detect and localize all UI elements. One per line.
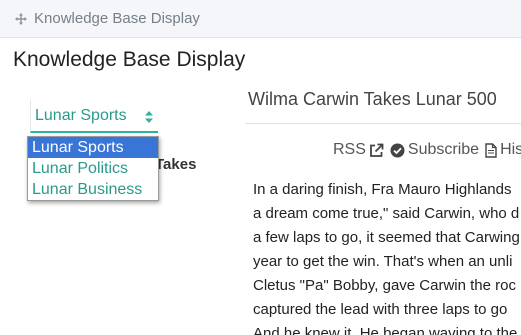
category-select[interactable]: Lunar Sports bbox=[30, 100, 158, 133]
article-body-line: a dream come true," said Carwin, who d bbox=[253, 205, 520, 222]
divider bbox=[245, 123, 521, 124]
document-icon bbox=[485, 142, 497, 158]
subscribe-label: Subscribe bbox=[407, 141, 480, 158]
check-circle-icon bbox=[390, 143, 405, 158]
article-body-line: And he knew it. He began waving to the bbox=[253, 325, 518, 335]
page-title: Knowledge Base Display bbox=[13, 48, 246, 71]
panel-header-title: Knowledge Base Display bbox=[34, 10, 200, 27]
panel-header: Knowledge Base Display bbox=[0, 0, 521, 38]
dropdown-option-lunar-business[interactable]: Lunar Business bbox=[28, 179, 158, 200]
article-title: Wilma Carwin Takes Lunar 500 bbox=[248, 89, 497, 109]
article-body-line: year to get the win. That's when an unli bbox=[253, 253, 513, 270]
dropdown-option-lunar-sports[interactable]: Lunar Sports bbox=[28, 137, 158, 158]
category-dropdown-list: Lunar Sports Lunar Politics Lunar Busine… bbox=[27, 136, 159, 201]
article-list-item-title[interactable]: Takes bbox=[155, 156, 196, 173]
dropdown-option-lunar-politics[interactable]: Lunar Politics bbox=[28, 158, 158, 179]
rss-label: RSS bbox=[333, 141, 366, 158]
article-body-line: Cletus "Pa" Bobby, gave Carwin the roc bbox=[253, 277, 516, 294]
category-select-value: Lunar Sports bbox=[35, 106, 127, 124]
external-link-icon bbox=[369, 143, 384, 158]
updown-arrows-icon bbox=[145, 110, 153, 123]
article-body-line: a few laps to go, it seemed that Carwing bbox=[253, 229, 520, 246]
move-icon[interactable] bbox=[14, 12, 28, 26]
history-link[interactable]: Hist bbox=[485, 141, 521, 159]
article-body-line: In a daring finish, Fra Mauro Highlands bbox=[253, 181, 512, 198]
article-body-line: captured the lead with three laps to go bbox=[253, 301, 508, 318]
history-label: Hist bbox=[500, 141, 521, 158]
article-actions: RSS Subscribe Hist bbox=[333, 140, 521, 160]
article-body: In a daring finish, Fra Mauro Highlands … bbox=[253, 178, 521, 335]
rss-link[interactable]: RSS bbox=[333, 141, 384, 159]
subscribe-link[interactable]: Subscribe bbox=[390, 141, 479, 159]
